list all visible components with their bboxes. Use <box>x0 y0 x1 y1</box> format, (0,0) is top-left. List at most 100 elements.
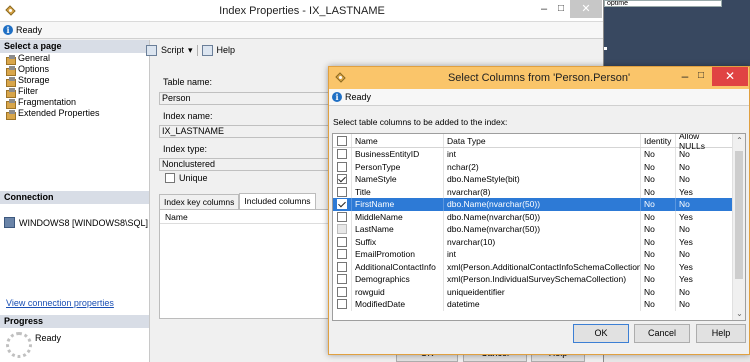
scrollbar-thumb[interactable] <box>735 151 743 279</box>
grid-scrollbar[interactable]: ⌃ ⌄ <box>732 134 745 320</box>
cell-allow-nulls: No <box>675 248 727 261</box>
row-checkbox[interactable] <box>337 186 347 197</box>
cell-allow-nulls: Yes <box>675 185 727 198</box>
cell-data-type: xml(Person.IndividualSurveySchemaCollect… <box>443 273 640 286</box>
dialog-ok-button[interactable]: OK <box>573 324 629 343</box>
row-checkbox[interactable] <box>337 174 347 185</box>
table-row[interactable]: rowguid uniqueidentifier No No <box>333 285 745 298</box>
index-name-label: Index name: <box>163 111 213 121</box>
row-check-cell <box>333 286 351 297</box>
table-row[interactable]: Title nvarchar(8) No Yes <box>333 185 745 198</box>
background-combo: optime <box>604 0 722 7</box>
row-check-cell <box>333 174 351 185</box>
status-text: Ready <box>16 25 43 35</box>
page-filter[interactable]: Filter <box>0 86 149 98</box>
page-general[interactable]: General <box>0 53 149 65</box>
index-type-select[interactable]: Nonclustered <box>159 158 339 171</box>
identity-header[interactable]: Identity <box>640 134 675 147</box>
dialog-help-button[interactable]: Help <box>696 324 746 343</box>
grid-header: Name Data Type Identity Allow NULLs <box>333 134 745 151</box>
dialog-cancel-button[interactable]: Cancel <box>634 324 690 343</box>
row-check-cell <box>333 274 351 285</box>
cell-allow-nulls: No <box>675 173 727 186</box>
cell-name: Suffix <box>351 235 443 248</box>
unique-checkbox[interactable]: Unique <box>165 173 208 183</box>
cell-data-type: dbo.Name(nvarchar(50)) <box>443 210 640 223</box>
row-checkbox[interactable] <box>337 199 347 210</box>
page-icon <box>6 54 16 65</box>
help-button[interactable]: Help <box>217 45 236 55</box>
table-row[interactable]: NameStyle dbo.NameStyle(bit) No No <box>333 173 745 186</box>
chevron-up-icon[interactable]: ⌃ <box>733 136 745 145</box>
maximize-button[interactable]: □ <box>553 3 569 17</box>
dialog-minimize-button[interactable]: – <box>677 69 693 83</box>
row-check-cell <box>333 211 351 222</box>
row-checkbox[interactable] <box>337 161 347 172</box>
allow-nulls-header[interactable]: Allow NULLs <box>675 134 727 151</box>
cell-data-type: nvarchar(10) <box>443 235 640 248</box>
tab-included-columns[interactable]: Included columns <box>239 193 316 209</box>
table-row[interactable]: PersonType nchar(2) No No <box>333 160 745 173</box>
page-icon <box>6 65 16 76</box>
index-name-field[interactable]: IX_LASTNAME <box>159 125 339 138</box>
cell-allow-nulls: No <box>675 285 727 298</box>
cell-name: rowguid <box>351 285 443 298</box>
row-checkbox[interactable] <box>337 274 347 285</box>
unique-check-box[interactable] <box>165 173 175 183</box>
dialog-maximize-button[interactable]: □ <box>693 70 709 81</box>
close-button[interactable]: ✕ <box>570 0 602 18</box>
name-column-header[interactable]: Name <box>160 210 338 224</box>
page-options[interactable]: Options <box>0 64 149 76</box>
page-label: Extended Properties <box>18 108 100 118</box>
row-checkbox[interactable] <box>337 261 347 272</box>
select-columns-dialog: Select Columns from 'Person.Person' – □ … <box>328 66 750 355</box>
unique-label: Unique <box>179 173 208 183</box>
chevron-down-icon[interactable]: ⌄ <box>733 309 745 318</box>
page-extended-properties[interactable]: Extended Properties <box>0 108 149 120</box>
toolbar: Script ▾ Help <box>146 42 235 58</box>
cell-name: EmailPromotion <box>351 248 443 261</box>
cell-identity: No <box>640 273 675 286</box>
data-type-header[interactable]: Data Type <box>443 134 640 147</box>
tab-index-key-columns[interactable]: Index key columns <box>159 194 240 209</box>
row-checkbox[interactable] <box>337 299 347 310</box>
page-storage[interactable]: Storage <box>0 75 149 87</box>
dialog-titlebar: Select Columns from 'Person.Person' – □ … <box>329 67 749 89</box>
dialog-status-text: Ready <box>345 92 372 102</box>
table-row[interactable]: BusinessEntityID int No No <box>333 148 745 161</box>
cell-data-type: int <box>443 148 640 161</box>
page-label: Storage <box>18 75 50 85</box>
table-row[interactable]: MiddleName dbo.Name(nvarchar(50)) No Yes <box>333 210 745 223</box>
row-checkbox[interactable] <box>337 249 347 260</box>
select-all-checkbox[interactable] <box>337 135 347 146</box>
columns-grid: Name Data Type Identity Allow NULLs Busi… <box>332 133 746 321</box>
view-connection-properties-link[interactable]: View connection properties <box>6 298 114 308</box>
name-header[interactable]: Name <box>351 134 443 147</box>
table-row[interactable]: ModifiedDate datetime No No <box>333 298 745 311</box>
table-row[interactable]: LastName dbo.Name(nvarchar(50)) No No <box>333 223 745 236</box>
row-check-cell <box>333 299 351 310</box>
row-checkbox[interactable] <box>337 236 347 247</box>
table-name-label: Table name: <box>163 77 213 87</box>
table-row[interactable]: EmailPromotion int No No <box>333 248 745 261</box>
table-row[interactable]: AdditionalContactInfo xml(Person.Addition… <box>333 260 745 273</box>
row-checkbox[interactable] <box>337 211 347 222</box>
row-checkbox[interactable] <box>337 286 347 297</box>
dialog-close-button[interactable]: ✕ <box>712 67 748 86</box>
chevron-down-icon[interactable]: ▾ <box>188 45 193 56</box>
page-fragmentation[interactable]: Fragmentation <box>0 97 149 109</box>
minimize-button[interactable]: – <box>536 3 552 17</box>
cell-allow-nulls: No <box>675 198 727 211</box>
server-icon <box>4 217 15 228</box>
cell-name: FirstName <box>351 198 443 211</box>
cell-allow-nulls: No <box>675 298 727 311</box>
script-button[interactable]: Script <box>161 45 184 55</box>
table-row[interactable]: FirstName dbo.Name(nvarchar(50)) No No <box>333 198 745 211</box>
table-row[interactable]: Suffix nvarchar(10) No Yes <box>333 235 745 248</box>
row-checkbox[interactable] <box>337 224 347 235</box>
table-row[interactable]: Demographics xml(Person.IndividualSurveyS… <box>333 273 745 286</box>
page-label: Filter <box>18 86 38 96</box>
included-columns-grid: Name <box>159 209 339 319</box>
row-checkbox[interactable] <box>337 149 347 160</box>
connection-header: Connection <box>0 191 149 204</box>
